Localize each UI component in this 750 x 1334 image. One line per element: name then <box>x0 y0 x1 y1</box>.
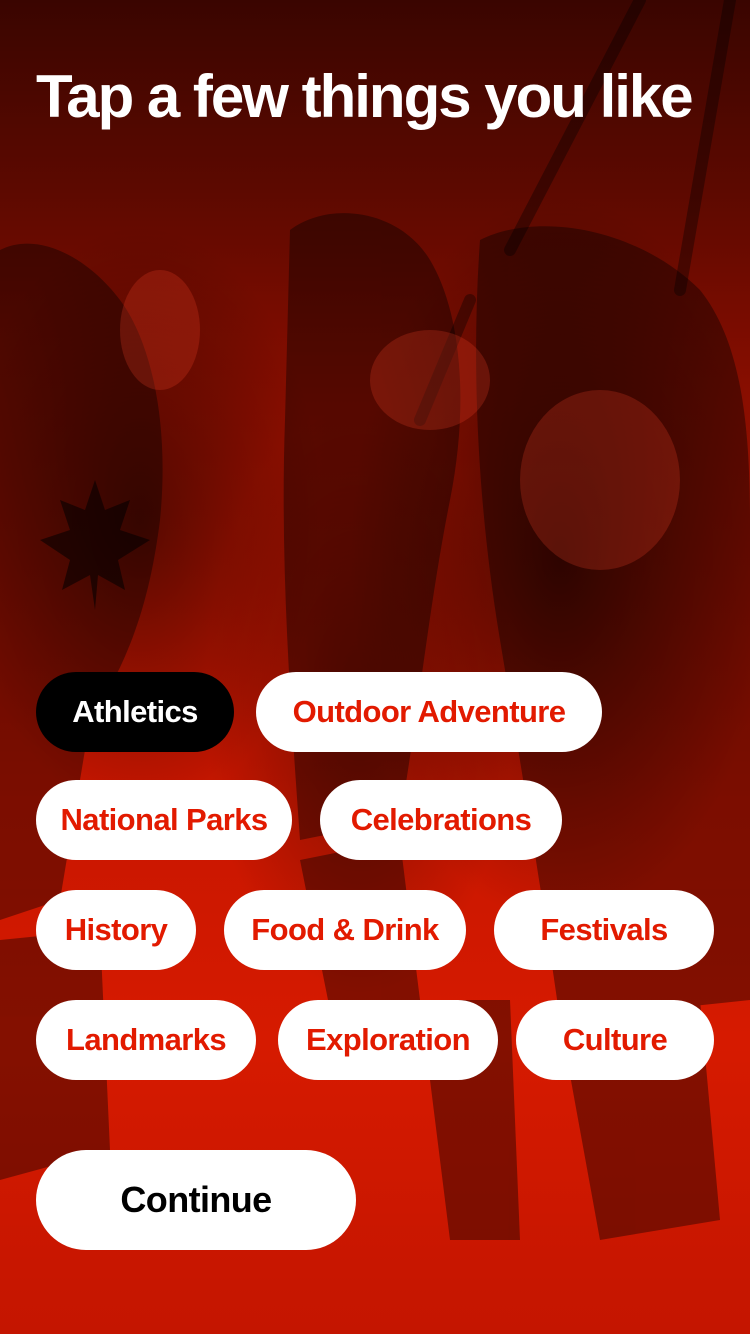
interest-chip-history[interactable]: History <box>36 890 196 970</box>
interest-chip-landmarks[interactable]: Landmarks <box>36 1000 256 1080</box>
interest-chip-national-parks[interactable]: National Parks <box>36 780 292 860</box>
interest-chip-celebrations[interactable]: Celebrations <box>320 780 562 860</box>
interest-chip-outdoor-adventure[interactable]: Outdoor Adventure <box>256 672 602 752</box>
interest-chip-food-drink[interactable]: Food & Drink <box>224 890 466 970</box>
continue-button[interactable]: Continue <box>36 1150 356 1250</box>
interest-chip-culture[interactable]: Culture <box>516 1000 714 1080</box>
page-title: Tap a few things you like <box>36 63 694 130</box>
interest-chip-festivals[interactable]: Festivals <box>494 890 714 970</box>
background-photo <box>0 0 750 1334</box>
interest-chip-exploration[interactable]: Exploration <box>278 1000 498 1080</box>
interest-chip-athletics[interactable]: Athletics <box>36 672 234 752</box>
hockey-players-silhouette <box>0 0 750 1240</box>
